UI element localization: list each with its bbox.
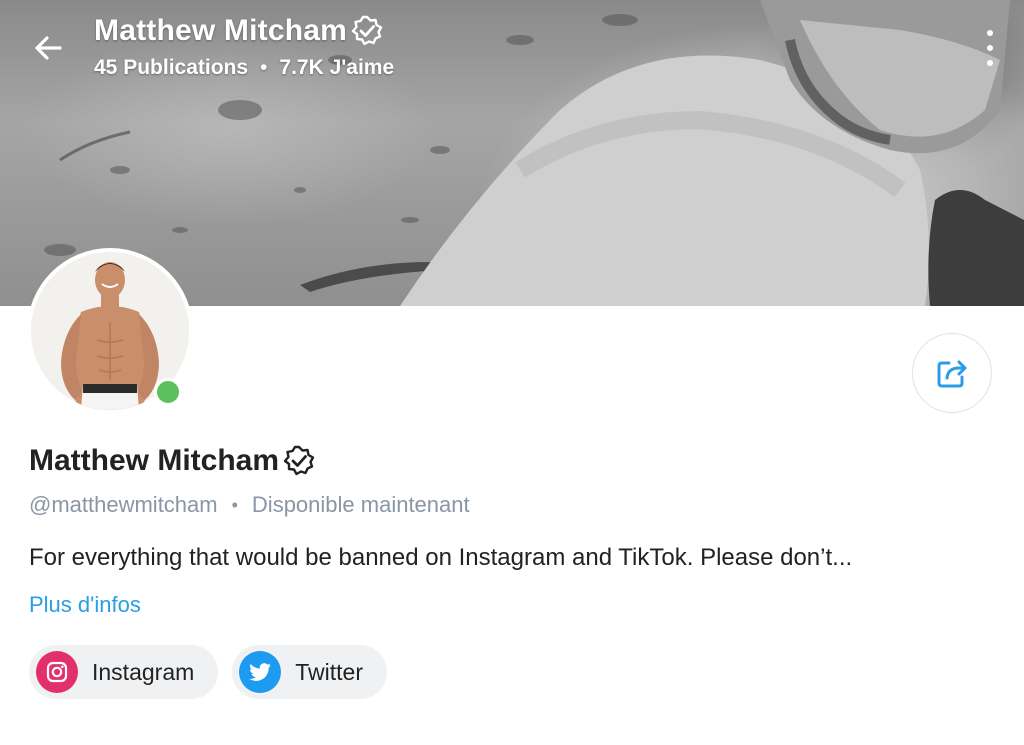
handle-row: @matthewmitcham • Disponible maintenant [29, 492, 470, 518]
stats-separator: • [260, 56, 268, 79]
publications-count: 45 Publications [94, 56, 249, 79]
availability-status: Disponible maintenant [251, 492, 470, 517]
top-bar: Matthew Mitcham 45 Publications • 7.7K J… [0, 0, 1024, 110]
more-info-link[interactable]: Plus d'infos [29, 592, 141, 618]
more-options-button[interactable] [978, 30, 1002, 66]
online-status-indicator [154, 378, 182, 406]
verified-badge-icon [351, 15, 383, 46]
profile-name: Matthew Mitcham [29, 444, 315, 478]
header-title: Matthew Mitcham [94, 14, 383, 48]
verified-badge-icon [283, 445, 315, 476]
twitter-link-button[interactable]: Twitter [232, 645, 387, 699]
twitter-icon [239, 651, 282, 693]
profile-handle: @matthewmitcham [29, 492, 218, 517]
twitter-label: Twitter [295, 658, 363, 685]
social-links: Instagram Twitter [29, 645, 387, 699]
handle-separator: • [231, 494, 238, 515]
more-dot-icon [987, 45, 993, 51]
share-button[interactable] [912, 333, 992, 413]
more-dot-icon [987, 30, 993, 36]
header-title-text: Matthew Mitcham [94, 14, 348, 47]
profile-name-text: Matthew Mitcham [29, 444, 280, 477]
instagram-label: Instagram [92, 658, 195, 685]
arrow-left-icon [35, 36, 62, 60]
back-button[interactable] [26, 26, 70, 70]
more-dot-icon [987, 60, 993, 66]
share-icon [937, 360, 967, 388]
likes-count: 7.7K J'aime [279, 56, 395, 79]
instagram-link-button[interactable]: Instagram [29, 645, 219, 699]
header-stats: 45 Publications • 7.7K J'aime [94, 56, 394, 80]
profile-bio: For everything that would be banned on I… [29, 544, 853, 571]
instagram-icon [36, 651, 78, 693]
